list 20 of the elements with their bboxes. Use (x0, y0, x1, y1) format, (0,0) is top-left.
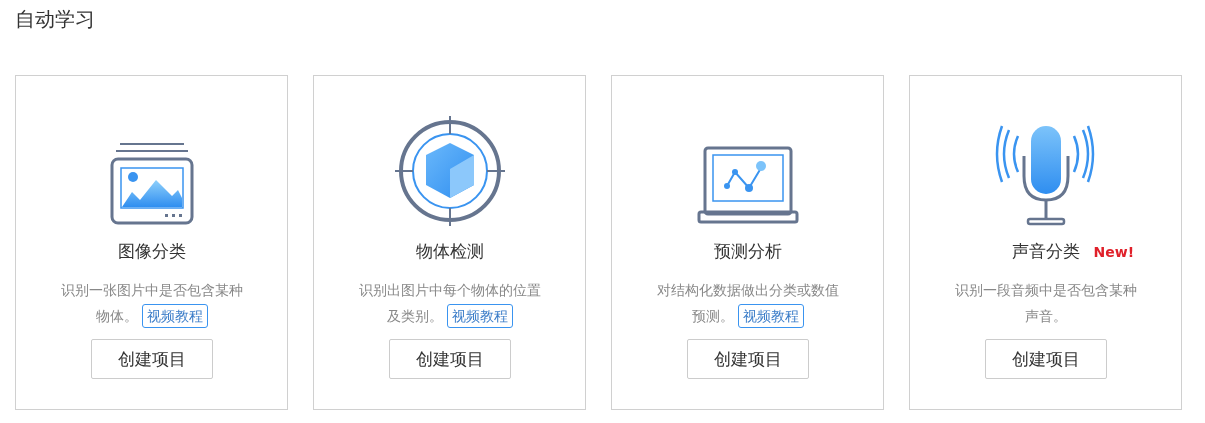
card-description: 识别一段音频中是否包含某种声音。 (953, 281, 1138, 326)
card-title: 图像分类 (117, 240, 186, 263)
picture-frame-icon (109, 142, 194, 226)
card-title: 预测分析 (713, 240, 782, 263)
create-project-button[interactable]: 创建项目 (388, 339, 511, 379)
create-project-button[interactable]: 创建项目 (984, 339, 1107, 379)
target-cube-icon (394, 116, 505, 226)
card-description: 对结构化数据做出分类或数值预测。 视频教程 (654, 277, 841, 329)
create-project-button[interactable]: 创建项目 (90, 339, 213, 379)
card-title: 物体检测 (415, 240, 484, 263)
card-description: 识别出图片中每个物体的位置及类别。 视频教程 (356, 277, 543, 329)
video-tutorial-link[interactable]: 视频教程 (141, 304, 208, 328)
card-title: 声音分类 (1011, 240, 1080, 263)
card-description: 识别一张图片中是否包含某种物体。 视频教程 (58, 277, 245, 329)
video-tutorial-link[interactable]: 视频教程 (737, 304, 804, 328)
laptop-chart-icon (696, 146, 799, 226)
video-tutorial-link[interactable]: 视频教程 (446, 304, 513, 328)
create-project-button[interactable]: 创建项目 (686, 339, 809, 379)
section-title: 自动学习 (15, 6, 96, 33)
new-label: New! (1093, 243, 1135, 260)
